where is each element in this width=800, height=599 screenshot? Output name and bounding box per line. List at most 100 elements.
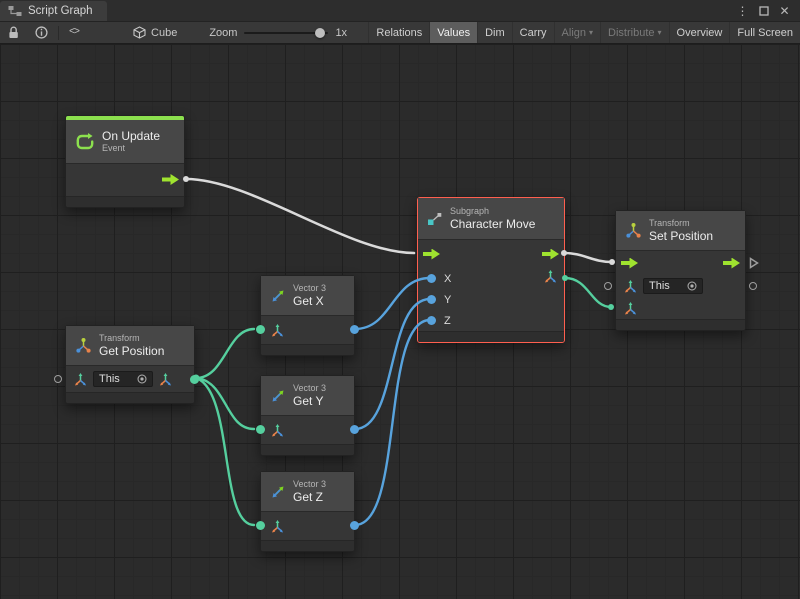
node-footer [66,196,184,207]
node-kind: Vector 3 [293,383,326,394]
y-output-edge-port[interactable] [350,425,359,434]
graph-canvas[interactable]: On Update Event Subgraph [0,44,800,599]
transform-type-icon [74,373,87,386]
node-kind: Vector 3 [293,283,326,294]
values-button[interactable]: Values [429,22,477,43]
value-output-edge-port[interactable] [749,282,757,290]
subgraph-icon [427,212,443,226]
zoom-value: 1x [335,27,347,39]
wire-vector-getposition-to-gety[interactable] [196,378,254,429]
port-y-input[interactable] [427,295,436,304]
node-kind: Event [102,143,160,154]
node-get-y[interactable]: Vector 3 Get Y [260,375,355,456]
overview-button[interactable]: Overview [669,22,730,43]
window-menu-button[interactable]: ⋮ [735,3,750,18]
transform-type-icon [624,280,637,293]
node-on-update[interactable]: On Update Event [65,115,185,208]
wire-flow-onupdate-to-charactermove[interactable] [186,179,414,253]
flow-output-edge-port[interactable] [749,257,759,269]
port-x-input[interactable] [427,274,436,283]
node-character-move[interactable]: Subgraph Character Move X [417,197,565,343]
flow-input-port[interactable] [423,249,440,260]
vector3-icon [270,288,286,304]
distribute-dropdown[interactable]: Distribute▾ [600,22,668,43]
vector3-icon [270,388,286,404]
tab-script-graph[interactable]: Script Graph [0,1,107,21]
info-icon [35,26,48,39]
lock-button[interactable] [0,22,27,43]
node-get-position[interactable]: Transform Get Position This [65,325,195,404]
object-picker-icon[interactable] [687,281,697,291]
transform-gizmo-icon [625,222,642,239]
this-input-edge-port[interactable] [604,282,612,290]
vector-input-edge-port[interactable] [256,325,265,334]
vector3-input-icon [271,324,284,337]
flow-input-port[interactable] [621,258,638,269]
node-get-z[interactable]: Vector 3 Get Z [260,471,355,552]
info-button[interactable] [27,22,56,43]
flow-output-port[interactable] [542,249,559,260]
position-output-edge-port[interactable] [190,375,199,384]
node-set-position[interactable]: Transform Set Position This [615,210,746,331]
this-field-value: This [649,280,670,292]
chevron-down-icon: ▾ [658,28,662,37]
this-input-edge-port[interactable] [54,375,62,383]
target-object-button[interactable]: Cube [133,26,177,39]
cube-icon [133,26,146,39]
relations-button[interactable]: Relations [368,22,429,43]
close-button[interactable]: ✕ [777,3,792,18]
port-y-label: Y [444,294,451,306]
vector-input-edge-port[interactable] [256,425,265,434]
x-output-edge-port[interactable] [350,325,359,334]
zoom-slider-knob[interactable] [315,28,325,38]
node-kind: Vector 3 [293,479,326,490]
object-picker-icon[interactable] [137,374,147,384]
flow-output-port[interactable] [162,174,179,185]
vector3-output-port-icon[interactable] [159,373,172,386]
port-z-input[interactable] [427,316,436,325]
chevron-down-icon: ▾ [589,28,593,37]
wire-vector-getposition-to-getx[interactable] [196,329,254,378]
port-x-label: X [444,273,451,285]
carry-button[interactable]: Carry [512,22,554,43]
node-kind: Subgraph [450,206,535,217]
node-title: Character Move [450,217,535,231]
z-output-edge-port[interactable] [350,521,359,530]
this-field-value: This [99,373,120,385]
node-kind: Transform [99,333,164,344]
script-graph-icon [8,5,22,17]
this-object-field[interactable]: This [93,371,153,387]
vector3-input-icon [271,424,284,437]
wire-endpoint [608,304,614,310]
tab-label: Script Graph [28,5,93,17]
this-object-field[interactable]: This [643,278,703,294]
dim-button[interactable]: Dim [477,22,512,43]
node-title: Get Y [293,394,326,408]
vector3-output-port-icon[interactable] [544,270,557,283]
graph-toolbar: <> Cube Zoom 1x Relations Values Dim Car… [0,22,800,44]
wire-flow-charactermove-to-setposition[interactable] [564,253,612,262]
full-screen-button[interactable]: Full Screen [729,22,800,43]
vector3-icon [270,484,286,500]
toolbar-separator [58,26,59,40]
vector3-input-icon [271,520,284,533]
transform-gizmo-icon [75,337,92,354]
code-view-button[interactable]: <> [61,22,87,43]
titlebar: Script Graph ⋮ ✕ [0,0,800,22]
align-dropdown[interactable]: Align▾ [554,22,600,43]
target-object-label: Cube [151,27,177,39]
flow-output-port[interactable] [723,258,740,269]
node-footer [66,392,194,403]
on-update-loop-icon [75,133,95,151]
maximize-button[interactable] [756,3,771,18]
node-footer [261,444,354,455]
wire-vector-getposition-to-getz[interactable] [196,378,254,525]
zoom-slider[interactable] [244,32,328,34]
node-get-x[interactable]: Vector 3 Get X [260,275,355,356]
node-footer [261,344,354,355]
wire-number-getz-to-z[interactable] [355,320,430,525]
position-input-icon[interactable] [624,302,637,315]
vector-input-edge-port[interactable] [256,521,265,530]
node-footer [418,331,564,342]
script-graph-window: Script Graph ⋮ ✕ <> [0,0,800,599]
